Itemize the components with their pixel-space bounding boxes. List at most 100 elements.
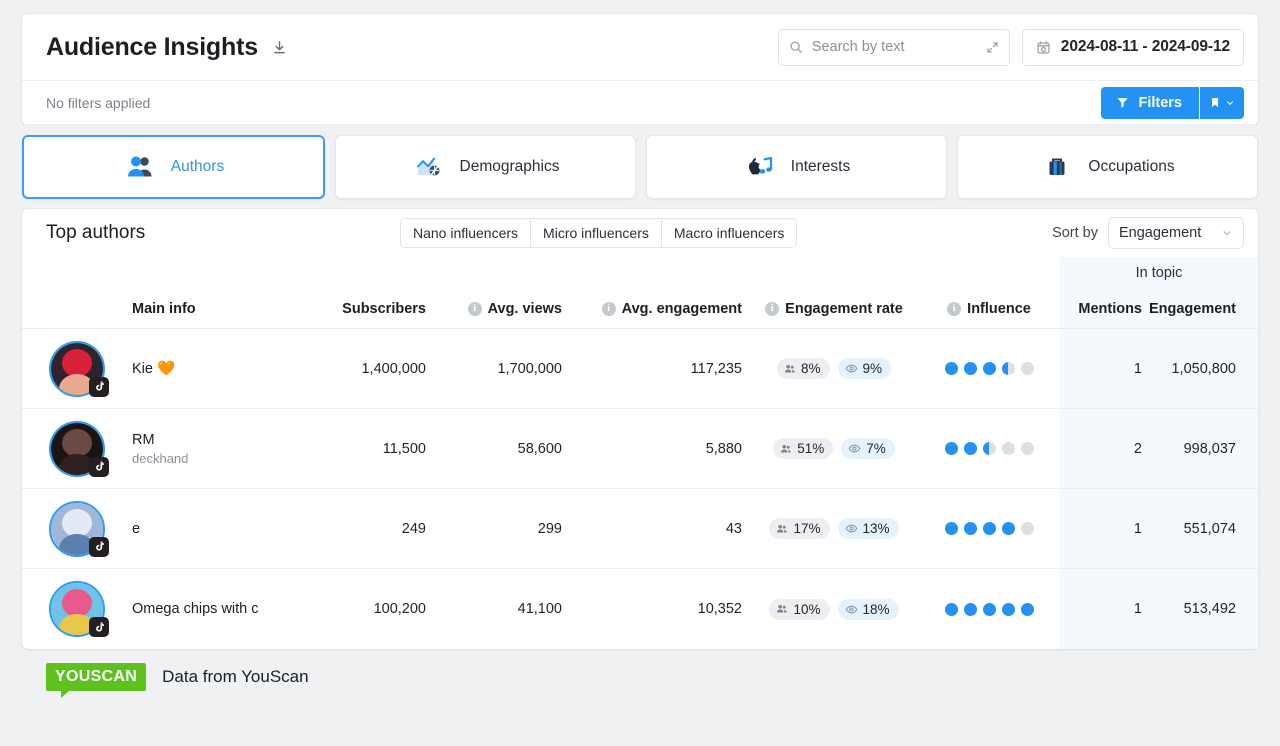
info-icon[interactable]: i — [947, 302, 961, 316]
saved-filters-button[interactable] — [1200, 87, 1244, 119]
apple-music-icon — [743, 152, 777, 182]
segment-macro-influencers[interactable]: Macro influencers — [662, 219, 797, 247]
tab-authors[interactable]: Authors — [22, 135, 325, 199]
eye-icon — [845, 522, 858, 535]
people-icon — [784, 363, 796, 375]
avatar[interactable] — [49, 421, 105, 477]
header-main-info[interactable]: Main info — [132, 289, 284, 328]
influencer-segmented-control: Nano influencers Micro influencers Macro… — [400, 218, 797, 248]
header-topic-engagement[interactable]: Engagement — [1152, 289, 1258, 328]
topic-engagement-value: 1,050,800 — [1171, 361, 1236, 377]
influence-dot — [945, 522, 958, 535]
avg-views-value: 1,700,000 — [497, 361, 562, 377]
search-icon — [789, 40, 803, 54]
influence-dots — [945, 603, 1034, 616]
search-input[interactable]: Search by text — [778, 29, 1010, 66]
tab-demographics[interactable]: Demographics — [335, 135, 636, 199]
avg-views-value: 299 — [538, 521, 562, 537]
followers-rate-badge: 8% — [777, 358, 830, 379]
influence-cell — [918, 569, 1060, 649]
funnel-icon — [1116, 96, 1129, 109]
views-rate-badge: 18% — [838, 599, 899, 620]
followers-rate-value: 8% — [801, 361, 821, 376]
eye-icon — [845, 603, 858, 616]
influence-dot — [1021, 442, 1034, 455]
info-icon[interactable]: i — [468, 302, 482, 316]
influence-dot — [1021, 603, 1034, 616]
engagement-rate-cell: 10%18% — [750, 569, 918, 649]
people-icon — [776, 523, 788, 535]
author-avatar-cell[interactable] — [22, 569, 132, 649]
header-subscribers[interactable]: Subscribers — [284, 289, 434, 328]
table-group-header-row: In topic — [22, 257, 1258, 289]
tab-authors-label: Authors — [171, 158, 224, 176]
header-avg-engagement[interactable]: i Avg. engagement — [570, 289, 750, 328]
tiktok-icon — [89, 617, 109, 637]
avatar[interactable] — [49, 341, 105, 397]
header-controls: Search by text — [778, 29, 1244, 66]
header-engagement-rate[interactable]: i Engagement rate — [750, 289, 918, 328]
header-engagement-rate-label: Engagement rate — [785, 301, 903, 317]
influence-dot — [1002, 442, 1015, 455]
author-avatar-cell[interactable] — [22, 489, 132, 568]
subscribers-cell: 1,400,000 — [284, 329, 434, 408]
tab-occupations[interactable]: Occupations — [957, 135, 1258, 199]
panel-title: Top authors — [46, 222, 145, 244]
engagement-rate-cell: 8% 9% — [750, 329, 918, 408]
views-rate-value: 9% — [863, 361, 883, 376]
views-rate-badge: 13% — [838, 518, 899, 539]
filters-button[interactable]: Filters — [1101, 87, 1199, 119]
influence-dots — [945, 362, 1034, 375]
table-row[interactable]: Omega chips with c100,20041,10010,35210%… — [22, 569, 1258, 649]
views-rate-badge: 7% — [841, 438, 895, 459]
tab-occupations-label: Occupations — [1088, 158, 1174, 176]
segment-nano-influencers[interactable]: Nano influencers — [401, 219, 531, 247]
spacer — [750, 257, 918, 289]
views-rate-value: 7% — [866, 441, 886, 456]
tab-interests[interactable]: Interests — [646, 135, 947, 199]
author-main-info-cell[interactable]: e — [132, 489, 284, 568]
header-influence[interactable]: i Influence — [918, 289, 1060, 328]
author-main-info-cell[interactable]: Omega chips with c — [132, 569, 284, 649]
views-rate-value: 18% — [863, 602, 890, 617]
author-main-info-cell[interactable]: Kie 🧡 — [132, 329, 284, 408]
influence-dot — [964, 522, 977, 535]
avatar[interactable] — [49, 581, 105, 637]
in-topic-label: In topic — [1136, 265, 1183, 281]
info-icon[interactable]: i — [765, 302, 779, 316]
influence-dot — [1021, 362, 1034, 375]
avg-engagement-value: 10,352 — [698, 601, 742, 617]
avatar[interactable] — [49, 501, 105, 557]
chevron-down-icon — [1221, 227, 1233, 239]
filter-bar: No filters applied Filters — [22, 81, 1258, 125]
segment-micro-influencers[interactable]: Micro influencers — [531, 219, 662, 247]
influence-dot — [945, 362, 958, 375]
date-range-picker[interactable]: 2024-08-11 - 2024-09-12 — [1022, 29, 1244, 66]
info-icon[interactable]: i — [602, 302, 616, 316]
expand-icon[interactable] — [986, 41, 999, 54]
influence-dot — [1002, 522, 1015, 535]
influence-cell — [918, 489, 1060, 568]
download-icon[interactable] — [272, 40, 287, 55]
influencer-segment-wrap: Nano influencers Micro influencers Macro… — [145, 218, 1052, 248]
mentions-value: 1 — [1134, 361, 1142, 377]
search-placeholder: Search by text — [812, 39, 977, 55]
table-row[interactable]: e2492994317%13%1551,074 — [22, 489, 1258, 569]
filters-button-group: Filters — [1101, 87, 1244, 119]
author-avatar-cell[interactable] — [22, 329, 132, 408]
followers-rate-badge: 17% — [769, 518, 829, 539]
tiktok-icon — [89, 457, 109, 477]
people-icon — [780, 443, 792, 455]
header-mentions[interactable]: Mentions — [1060, 289, 1152, 328]
author-avatar-cell[interactable] — [22, 409, 132, 488]
header-influence-label: Influence — [967, 301, 1031, 317]
spacer — [570, 257, 750, 289]
table-row[interactable]: Kie 🧡1,400,0001,700,000117,2358%9%11,050… — [22, 329, 1258, 409]
sort-select[interactable]: Engagement — [1108, 217, 1244, 249]
header-avg-views[interactable]: i Avg. views — [434, 289, 570, 328]
table-row[interactable]: RMdeckhand11,50058,6005,88051%7%2998,037 — [22, 409, 1258, 489]
author-main-info-cell[interactable]: RMdeckhand — [132, 409, 284, 488]
spacer — [434, 257, 570, 289]
panel-toolbar: Top authors Nano influencers Micro influ… — [22, 209, 1258, 257]
audience-insights-page: Audience Insights Search by text — [0, 0, 1280, 746]
